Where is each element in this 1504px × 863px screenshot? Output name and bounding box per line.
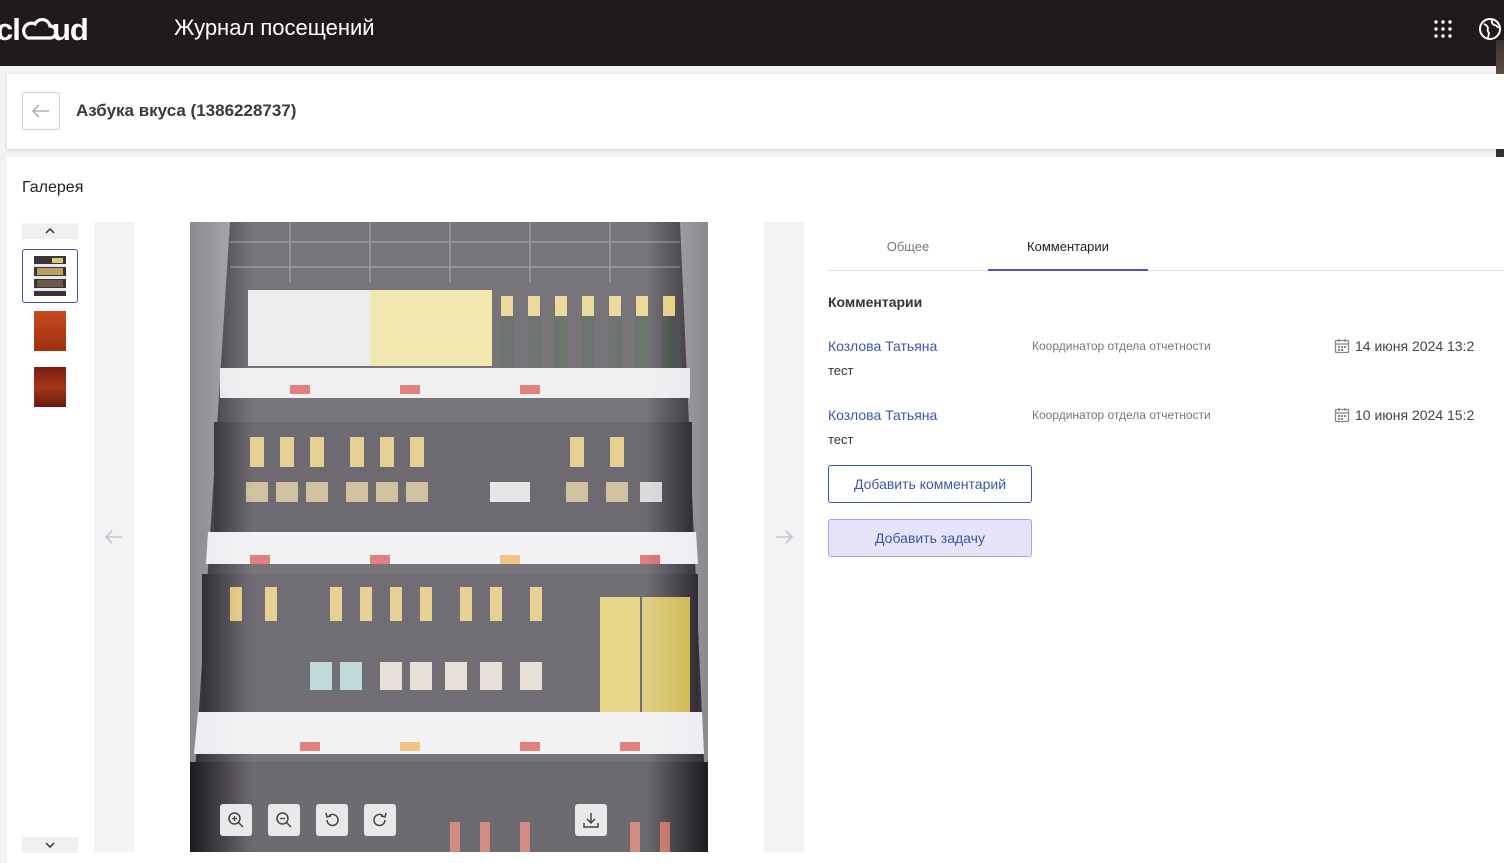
add-comment-button[interactable]: Добавить комментарий: [828, 465, 1032, 503]
svg-text:ud: ud: [52, 12, 88, 46]
previous-photo-button[interactable]: [94, 222, 134, 852]
rotate-right-icon: [373, 812, 387, 827]
thumbnail-store-shelf[interactable]: [22, 249, 78, 303]
thumbnail-image: [34, 311, 66, 351]
calendar-icon: [1334, 339, 1350, 354]
thumbnail-dark-red[interactable]: [22, 360, 78, 414]
page-title: Азбука вкуса (1386228737): [76, 101, 297, 120]
photo-viewer[interactable]: [190, 222, 708, 852]
apps-grid-icon[interactable]: [1432, 18, 1454, 40]
rotate-right-button[interactable]: [364, 804, 396, 836]
comment-date: 14 июня 2024 13:2: [1355, 338, 1475, 354]
top-bar: cl ud Журнал посещений: [0, 0, 1504, 66]
main-card: Галерея Общее Комментарии Комментарии Ко…: [7, 157, 1504, 863]
comment-author-role: Координатор отдела отчетности: [1032, 408, 1211, 422]
download-button[interactable]: [575, 804, 607, 836]
zoom-in-button[interactable]: [220, 804, 252, 836]
download-icon: [583, 813, 599, 828]
back-button[interactable]: [22, 92, 60, 130]
logo-graphic: cl ud: [0, 12, 89, 47]
thumbnail-image: [34, 256, 66, 296]
comment-author-link[interactable]: Козлова Татьяна: [828, 407, 937, 423]
next-photo-button[interactable]: [764, 222, 804, 852]
gallery-label: Галерея: [22, 179, 84, 196]
arrow-left-icon: [32, 104, 49, 118]
calendar-icon: [1334, 408, 1350, 423]
thumbnails-scroll-down-button[interactable]: [22, 837, 78, 853]
thumbnail-red[interactable]: [22, 304, 78, 358]
comment-text: тест: [828, 363, 854, 378]
svg-text:cl: cl: [0, 12, 20, 46]
comment-date: 10 июня 2024 15:2: [1355, 407, 1475, 423]
app-title: Журнал посещений: [174, 15, 375, 40]
zoom-out-icon: [276, 812, 292, 828]
chevron-down-icon: [45, 842, 55, 848]
zoom-out-button[interactable]: [268, 804, 300, 836]
chevron-up-icon: [45, 228, 55, 234]
rotate-left-icon: [325, 812, 339, 827]
comment-item: Козлова Татьяна Координатор отдела отчет…: [828, 407, 1504, 457]
rotate-left-button[interactable]: [316, 804, 348, 836]
thumbnail-image: [34, 367, 66, 407]
thumbnails-scroll-up-button[interactable]: [22, 223, 78, 239]
cloud-logo[interactable]: cl ud: [0, 12, 100, 54]
globe-icon[interactable]: [1478, 17, 1502, 41]
comment-author-link[interactable]: Козлова Татьяна: [828, 338, 937, 354]
comment-author-role: Координатор отдела отчетности: [1032, 339, 1211, 353]
comment-text: тест: [828, 432, 854, 447]
page-header: Азбука вкуса (1386228737): [7, 74, 1504, 149]
tab-comments[interactable]: Комментарии: [988, 239, 1148, 271]
add-task-button[interactable]: Добавить задачу: [828, 519, 1032, 557]
arrow-left-icon: [105, 530, 122, 544]
arrow-right-icon: [776, 530, 793, 544]
comment-item: Козлова Татьяна Координатор отдела отчет…: [828, 338, 1504, 388]
zoom-in-icon: [228, 812, 244, 828]
comments-section-title: Комментарии: [828, 294, 923, 310]
store-shelf-photo: [190, 222, 708, 852]
tab-general[interactable]: Общее: [828, 239, 988, 271]
details-tabs: Общее Комментарии: [828, 229, 1504, 271]
